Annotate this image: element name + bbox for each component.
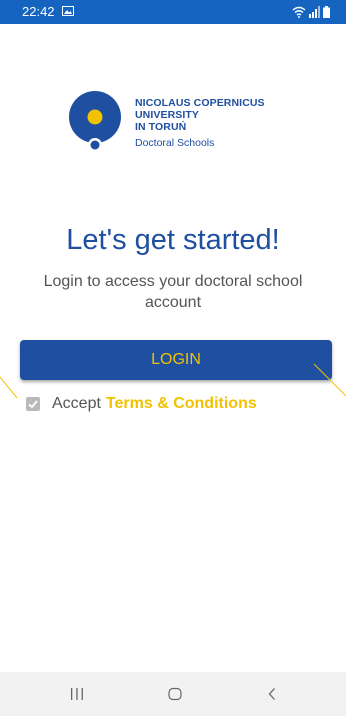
recent-apps-button[interactable] xyxy=(57,672,97,716)
terms-conditions-link[interactable]: Terms & Conditions xyxy=(106,395,257,413)
accept-terms-row: Accept Terms & Conditions xyxy=(26,393,257,415)
home-button[interactable] xyxy=(155,672,195,716)
university-name: NICOLAUS COPERNICUS UNIVERSITY IN TORUŃ … xyxy=(135,97,265,149)
status-bar: 22:42 xyxy=(0,0,346,24)
battery-icon xyxy=(323,6,330,18)
logo-subtitle: Doctoral Schools xyxy=(135,137,215,149)
accept-label: Accept xyxy=(52,395,101,412)
wifi-icon xyxy=(292,6,306,18)
home-icon xyxy=(168,687,182,701)
accept-terms-checkbox[interactable] xyxy=(26,397,40,411)
back-button[interactable] xyxy=(252,672,292,716)
logo-line-3: IN TORUŃ xyxy=(135,121,187,133)
signal-icon xyxy=(309,6,320,18)
logo-line-2: UNIVERSITY xyxy=(135,109,200,121)
annotation-line-left xyxy=(0,376,18,399)
university-logo-icon xyxy=(69,91,121,152)
status-time: 22:42 xyxy=(22,4,55,19)
page-title: Let's get started! xyxy=(66,224,280,256)
check-icon xyxy=(28,400,38,409)
logo-line-1: NICOLAUS COPERNICUS xyxy=(135,97,265,109)
gallery-icon xyxy=(62,6,74,16)
status-icons xyxy=(292,5,330,19)
back-icon xyxy=(268,688,275,700)
system-nav-bar xyxy=(0,672,346,716)
page-subtitle: Login to access your doctoral school acc… xyxy=(43,273,303,311)
recent-apps-icon xyxy=(71,688,83,700)
university-logo: NICOLAUS COPERNICUS UNIVERSITY IN TORUŃ … xyxy=(67,90,287,154)
login-button[interactable]: LOGIN xyxy=(20,340,332,380)
